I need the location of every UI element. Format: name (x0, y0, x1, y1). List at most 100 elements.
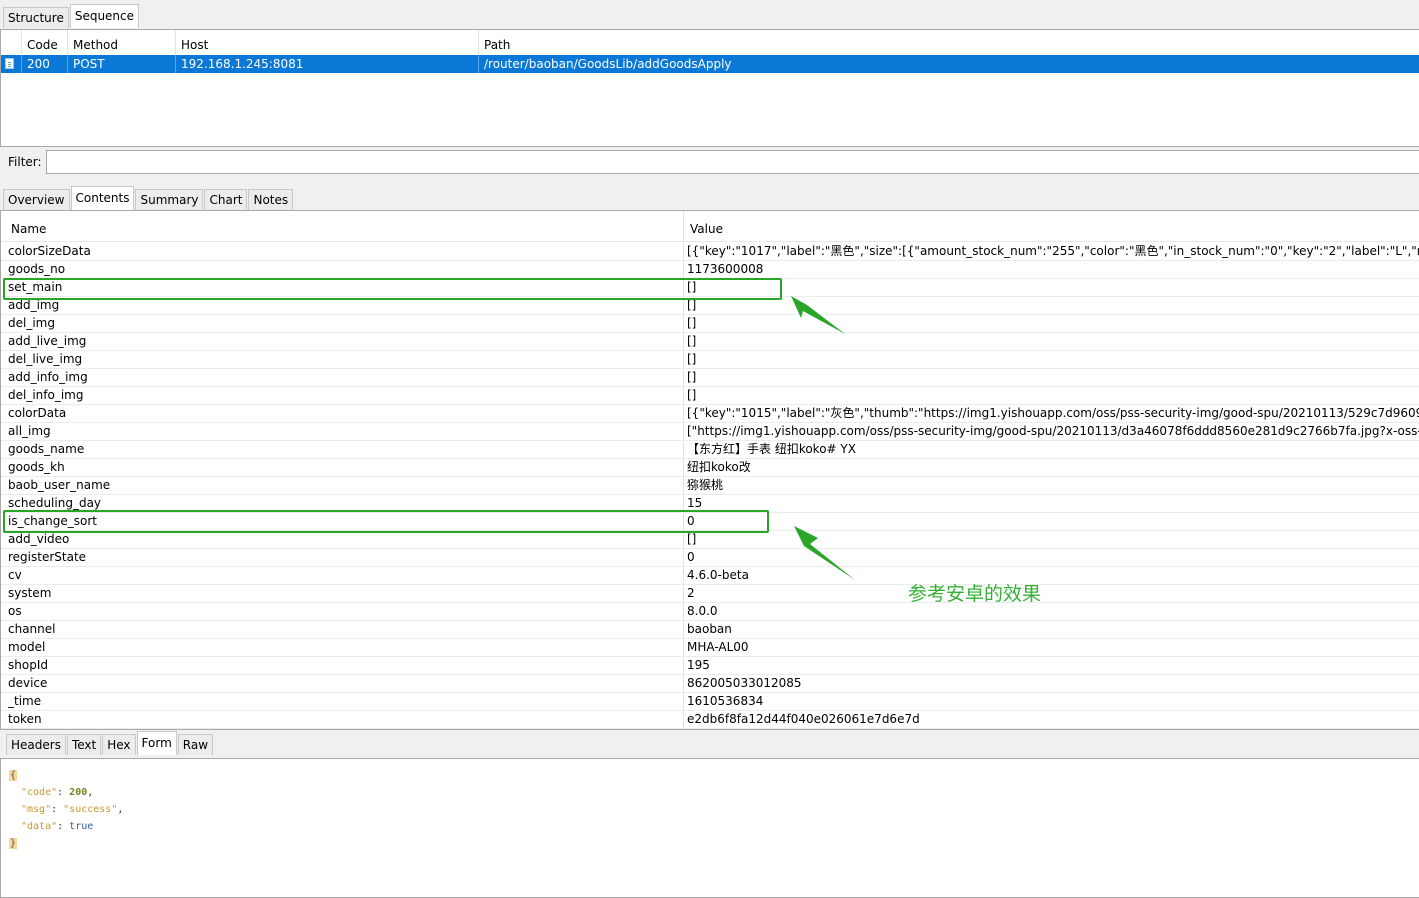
json-value: "success" (63, 804, 118, 815)
table-row[interactable]: colorSizeData [{"key":"1017","label":"黑色"… (1, 243, 1419, 261)
tab-sequence[interactable]: Sequence (69, 4, 140, 28)
tab-text[interactable]: Text (66, 734, 102, 755)
column-divider (683, 351, 684, 368)
column-divider (683, 297, 684, 314)
table-row[interactable]: channel baoban (1, 621, 1419, 639)
table-row[interactable]: token e2db6f8fa12d44f040e026061e7d6e7d (1, 711, 1419, 729)
column-header-code[interactable]: Code (21, 30, 65, 55)
tab-structure[interactable]: Structure (3, 7, 69, 28)
column-divider (683, 549, 684, 566)
filter-input[interactable] (46, 150, 1419, 174)
contents-table-header: Name Value (1, 211, 1419, 242)
row-value: [{"key":"1017","label":"黑色","size":[{"am… (687, 244, 1419, 258)
column-header-name[interactable]: Name (5, 211, 681, 241)
table-row[interactable]: system 2 (1, 585, 1419, 603)
table-row[interactable]: scheduling_day 15 (1, 495, 1419, 513)
json-separator: : (51, 804, 64, 815)
row-value: baoban (687, 622, 732, 636)
table-row[interactable]: baob_user_name 猕猴桃 (1, 477, 1419, 495)
row-name: add_img (8, 298, 60, 312)
column-divider (683, 261, 684, 278)
column-divider (683, 657, 684, 674)
column-header-method[interactable]: Method (67, 30, 173, 55)
row-value: [] (687, 316, 697, 330)
row-value: 4.6.0-beta (687, 568, 749, 582)
row-value: 0 (687, 514, 695, 528)
tab-raw[interactable]: Raw (177, 734, 214, 755)
table-row[interactable]: del_img [] (1, 315, 1419, 333)
table-row[interactable]: registerState 0 (1, 549, 1419, 567)
row-name: colorData (8, 406, 67, 420)
table-row[interactable]: shopId 195 (1, 657, 1419, 675)
document-icon (5, 58, 14, 69)
row-name: is_change_sort (8, 514, 97, 528)
format-tabs: Headers Text Hex Form Raw (6, 731, 214, 755)
tab-hex[interactable]: Hex (102, 734, 136, 755)
table-row[interactable]: os 8.0.0 (1, 603, 1419, 621)
table-row[interactable]: all_img ["https://img1.yishouapp.com/oss/… (1, 423, 1419, 441)
tab-overview[interactable]: Overview (3, 189, 70, 210)
tab-notes[interactable]: Notes (248, 189, 294, 210)
tab-headers[interactable]: Headers (6, 734, 66, 755)
column-header-host[interactable]: Host (175, 30, 477, 55)
table-row[interactable]: 200 POST 192.168.1.245:8081 /router/baob… (1, 55, 1419, 73)
json-line: "data": true (9, 818, 123, 835)
column-divider (683, 333, 684, 350)
row-value: 8.0.0 (687, 604, 718, 618)
row-name: device (8, 676, 48, 690)
table-row[interactable]: add_img [] (1, 297, 1419, 315)
response-json: {"code": 200, "msg": "success", "data": tr… (9, 767, 123, 852)
table-row[interactable]: del_info_img [] (1, 387, 1419, 405)
table-row[interactable]: model MHA-AL00 (1, 639, 1419, 657)
row-name: del_live_img (8, 352, 83, 366)
table-row[interactable]: del_live_img [] (1, 351, 1419, 369)
column-divider (683, 711, 684, 728)
row-name: _time (8, 694, 42, 708)
json-comma: , (87, 787, 94, 798)
row-name: colorSizeData (8, 244, 91, 258)
table-row[interactable]: colorData [{"key":"1015","label":"灰色","th… (1, 405, 1419, 423)
json-value: true (69, 821, 94, 832)
filter-label: Filter: (8, 155, 42, 169)
table-row[interactable]: add_live_img [] (1, 333, 1419, 351)
column-divider (683, 315, 684, 332)
row-name: scheduling_day (8, 496, 102, 510)
column-divider (683, 387, 684, 404)
tab-form[interactable]: Form (136, 731, 177, 755)
tab-summary[interactable]: Summary (135, 189, 204, 210)
column-divider (683, 513, 684, 530)
table-row[interactable]: goods_kh 纽扣koko改 (1, 459, 1419, 477)
table-row[interactable]: add_video [] (1, 531, 1419, 549)
table-row[interactable]: goods_no 1173600008 (1, 261, 1419, 279)
row-name: del_info_img (8, 388, 84, 402)
row-name: add_video (8, 532, 70, 546)
table-row[interactable]: add_info_img [] (1, 369, 1419, 387)
row-name: model (8, 640, 46, 654)
row-name: channel (8, 622, 56, 636)
row-value: 2 (687, 586, 695, 600)
tab-chart[interactable]: Chart (204, 189, 248, 210)
row-value: 1173600008 (687, 262, 764, 276)
column-divider (683, 369, 684, 386)
table-row[interactable]: is_change_sort 0 (1, 513, 1419, 531)
column-divider (683, 441, 684, 458)
column-divider[interactable] (683, 211, 684, 241)
column-divider (683, 693, 684, 710)
column-divider (683, 279, 684, 296)
table-row[interactable]: set_main [] (1, 279, 1419, 297)
column-header-path[interactable]: Path (478, 30, 1419, 55)
json-key: "code" (21, 787, 58, 798)
table-row[interactable]: goods_name 【东方红】手表 纽扣koko# YX (1, 441, 1419, 459)
column-divider (683, 423, 684, 440)
column-divider (683, 585, 684, 602)
column-divider (683, 531, 684, 548)
table-row[interactable]: device 862005033012085 (1, 675, 1419, 693)
table-row[interactable]: _time 1610536834 (1, 693, 1419, 711)
contents-panel: Name Value colorSizeData [{"key":"1017","… (0, 210, 1419, 730)
column-header-value[interactable]: Value (684, 211, 1384, 241)
json-separator: : (57, 787, 70, 798)
tab-contents[interactable]: Contents (70, 186, 135, 210)
table-row[interactable]: cv 4.6.0-beta (1, 567, 1419, 585)
row-value: [] (687, 280, 697, 294)
row-value: [] (687, 370, 697, 384)
